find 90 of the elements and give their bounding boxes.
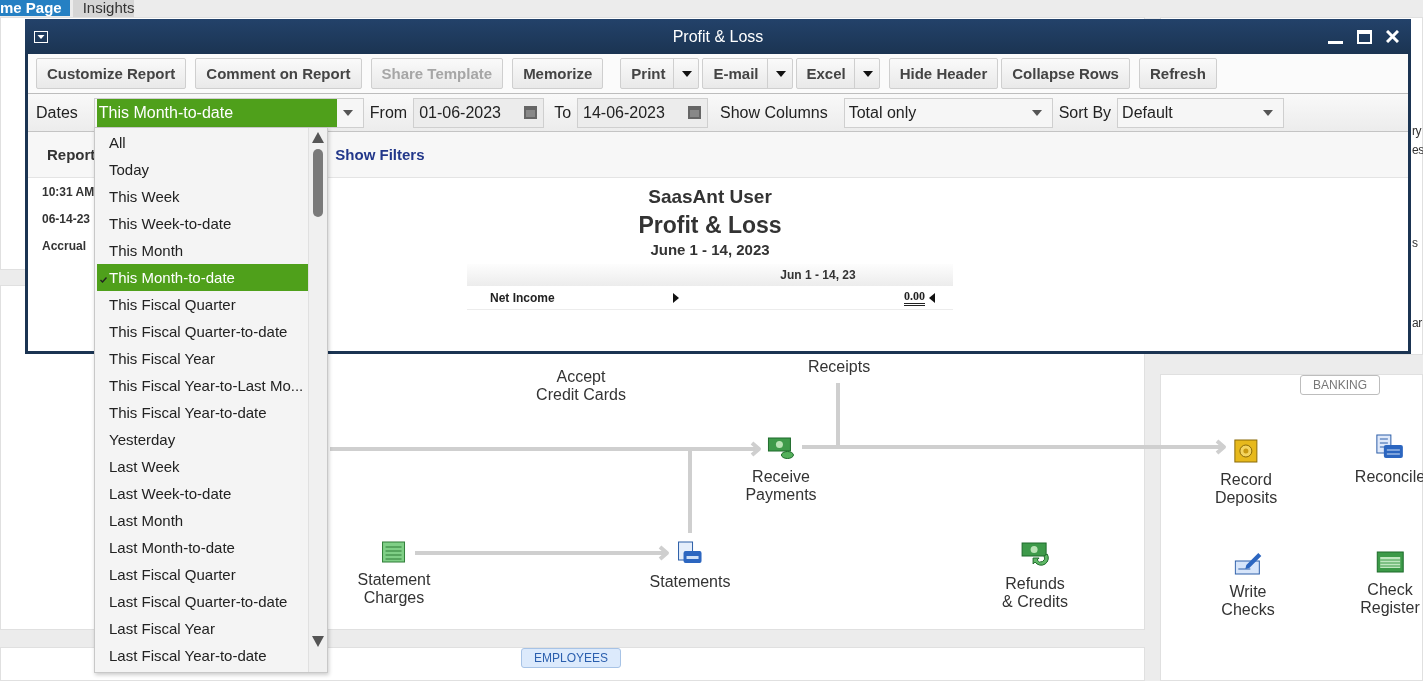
toolbar-button[interactable]: Collapse Rows	[1001, 58, 1130, 89]
register-icon[interactable]	[1376, 551, 1404, 573]
check-pen-icon[interactable]	[1234, 551, 1262, 575]
expand-arrow-icon[interactable]	[673, 292, 679, 303]
menu-item[interactable]: Last Fiscal Quarter-to-date	[97, 588, 308, 615]
row-label: Net Income	[490, 290, 555, 305]
menu-item[interactable]: Yesterday	[97, 426, 308, 453]
report-meta: 06-14-23	[42, 212, 91, 227]
caret-icon	[682, 70, 693, 77]
maximize-icon[interactable]	[1357, 29, 1372, 44]
menu-item[interactable]: Last Fiscal Quarter	[97, 561, 308, 588]
caret-icon	[775, 70, 786, 77]
caret-icon	[342, 109, 353, 116]
money-return-icon[interactable]	[1021, 541, 1049, 567]
flow-label[interactable]: Statements	[649, 573, 731, 591]
menu-item[interactable]: This Fiscal Quarter	[97, 291, 308, 318]
report-label: Report	[47, 146, 96, 163]
check-icon	[100, 277, 107, 283]
menu-item[interactable]: This Week-to-date	[97, 210, 308, 237]
menu-item[interactable]: This Fiscal Year-to-Last Mo...	[97, 372, 308, 399]
toolbar-button[interactable]: Hide Header	[888, 58, 999, 89]
flow-label[interactable]: Receive Payments	[745, 468, 817, 504]
flow-label[interactable]: Receipts	[807, 358, 871, 376]
cut-off-text: ar	[1412, 316, 1422, 330]
cut-off-text: es	[1412, 143, 1423, 157]
caret-icon	[1263, 109, 1274, 116]
window-menu-icon[interactable]	[34, 30, 48, 43]
field-label: Sort By	[1058, 103, 1112, 122]
menu-item[interactable]: Last Fiscal Year	[97, 615, 308, 642]
amount[interactable]: 0.00	[904, 289, 925, 306]
document-card-icon[interactable]	[677, 541, 703, 565]
home-tab[interactable]: me Page	[0, 0, 70, 16]
menu-item[interactable]: Last Week-to-date	[97, 480, 308, 507]
caret-icon	[862, 70, 873, 77]
cut-off-text: s	[1412, 236, 1418, 250]
cut-off-text: ry	[1412, 124, 1421, 138]
date-field[interactable]: 14-06-2023	[577, 97, 709, 128]
ledger-sheet-icon[interactable]	[382, 541, 406, 563]
columns-dropdown[interactable]: Total only	[843, 97, 1053, 128]
scrollbar[interactable]	[308, 128, 327, 672]
field-label: To	[554, 103, 572, 122]
home-tab[interactable]: Insights	[72, 0, 135, 20]
close-icon[interactable]	[1386, 30, 1399, 43]
flow-label[interactable]: Check Register	[1360, 581, 1420, 617]
toolbar-button[interactable]: Refresh	[1138, 58, 1217, 89]
report-period: June 1 - 14, 2023	[650, 241, 770, 258]
report-title: Profit & Loss	[638, 212, 782, 239]
flow-label[interactable]: Write Checks	[1221, 583, 1275, 619]
sort-dropdown[interactable]: Default	[1117, 97, 1285, 128]
calendar-icon[interactable]	[688, 106, 702, 119]
menu-item[interactable]: This Fiscal Year-to-date	[97, 399, 308, 426]
split-button[interactable]: E-mail	[702, 58, 793, 89]
money-icon[interactable]	[767, 436, 795, 460]
menu-item[interactable]: Last Month	[97, 507, 308, 534]
document-card-icon[interactable]	[1376, 434, 1404, 460]
split-button[interactable]: Print	[620, 58, 700, 89]
toolbar-button[interactable]: Customize Report	[36, 58, 187, 89]
menu-item[interactable]: This Fiscal Year	[97, 345, 308, 372]
report-meta: 10:31 AM	[42, 185, 95, 200]
section-badge: EMPLOYEES	[521, 648, 622, 668]
menu-item[interactable]: Last Week	[97, 453, 308, 480]
collapse-arrow-icon[interactable]	[929, 292, 935, 303]
window-title: Profit & Loss	[671, 27, 765, 46]
field-label: Dates	[36, 103, 78, 122]
flow-label[interactable]: Accept Credit Cards	[536, 368, 626, 404]
menu-item[interactable]: All	[97, 129, 308, 156]
menu-item[interactable]: This Week	[97, 183, 308, 210]
date-field[interactable]: 01-06-2023	[413, 97, 545, 128]
section-badge: BANKING	[1300, 375, 1380, 395]
flow-label[interactable]: Record Deposits	[1214, 471, 1278, 507]
flow-label[interactable]: Refunds & Credits	[1002, 575, 1068, 611]
flow-label[interactable]: Statement Charges	[357, 571, 431, 607]
toolbar-button[interactable]: Comment on Report	[195, 58, 362, 89]
column-header: Jun 1 - 14, 23	[779, 267, 857, 284]
report-meta: Accrual	[42, 239, 87, 254]
calendar-icon[interactable]	[524, 106, 538, 119]
split-button[interactable]: Excel	[795, 58, 880, 89]
show-filters-link[interactable]: Show Filters	[335, 146, 425, 163]
caret-icon	[1031, 109, 1042, 116]
menu-item[interactable]: Last Fiscal Year-to-date	[97, 642, 308, 669]
menu-item[interactable]: This Fiscal Quarter-to-date	[97, 318, 308, 345]
menu-item[interactable]: Last Month-to-date	[97, 534, 308, 561]
menu-item[interactable]: This Month	[97, 237, 308, 264]
menu-item[interactable]: Today	[97, 156, 308, 183]
company-name: SaasAnt User	[648, 186, 772, 208]
toolbar-button[interactable]: Memorize	[512, 58, 604, 89]
scroll-thumb[interactable]	[313, 149, 323, 217]
field-label: From	[369, 103, 408, 122]
safe-icon[interactable]	[1234, 439, 1258, 463]
field-label: Show Columns	[720, 103, 828, 122]
